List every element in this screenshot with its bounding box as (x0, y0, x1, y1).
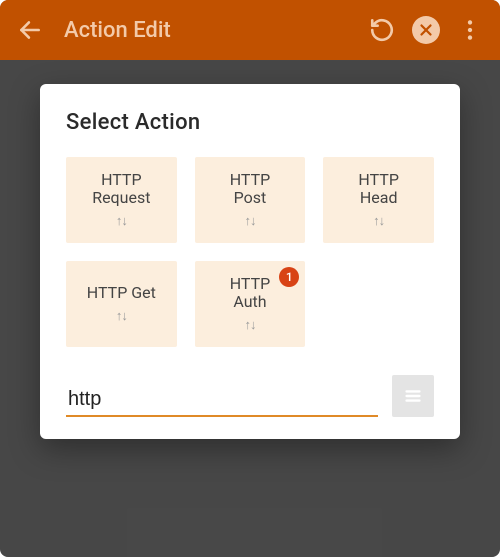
swap-vert-icon: ↑↓ (116, 213, 127, 229)
tile-label: HTTP Post (230, 171, 271, 208)
refresh-button[interactable] (360, 8, 404, 52)
action-tile-http-head[interactable]: HTTP Head ↑↓ (323, 157, 434, 243)
app-bar: Action Edit (0, 0, 500, 60)
action-tile-http-request[interactable]: HTTP Request ↑↓ (66, 157, 177, 243)
action-grid: HTTP Request ↑↓ HTTP Post ↑↓ HTTP Head ↑… (66, 157, 434, 347)
close-icon (412, 16, 440, 44)
overflow-menu-button[interactable] (448, 8, 492, 52)
search-input[interactable] (66, 384, 378, 417)
action-tile-http-auth[interactable]: HTTP Auth ↑↓ 1 (195, 261, 306, 347)
app-screen: Action Edit Select Action HTTP Request ↑… (0, 0, 500, 557)
swap-vert-icon: ↑↓ (373, 213, 384, 229)
tile-label: HTTP Request (92, 171, 150, 208)
list-view-button[interactable] (392, 375, 434, 417)
swap-vert-icon: ↑↓ (244, 213, 255, 229)
dialog-title: Select Action (66, 110, 434, 135)
list-icon (402, 385, 424, 407)
select-action-dialog: Select Action HTTP Request ↑↓ HTTP Post … (40, 84, 460, 439)
refresh-icon (369, 17, 395, 43)
tile-label: HTTP Head (358, 171, 399, 208)
notification-badge: 1 (279, 267, 299, 287)
arrow-left-icon (17, 17, 43, 43)
action-tile-http-post[interactable]: HTTP Post ↑↓ (195, 157, 306, 243)
tile-label: HTTP Auth (230, 275, 271, 312)
action-tile-http-get[interactable]: HTTP Get ↑↓ (66, 261, 177, 347)
back-button[interactable] (8, 8, 52, 52)
close-button[interactable] (404, 8, 448, 52)
swap-vert-icon: ↑↓ (244, 317, 255, 333)
tile-label: HTTP Get (87, 284, 156, 302)
swap-vert-icon: ↑↓ (116, 308, 127, 324)
page-title: Action Edit (64, 18, 360, 43)
more-vert-icon (457, 17, 483, 43)
search-row (66, 375, 434, 417)
